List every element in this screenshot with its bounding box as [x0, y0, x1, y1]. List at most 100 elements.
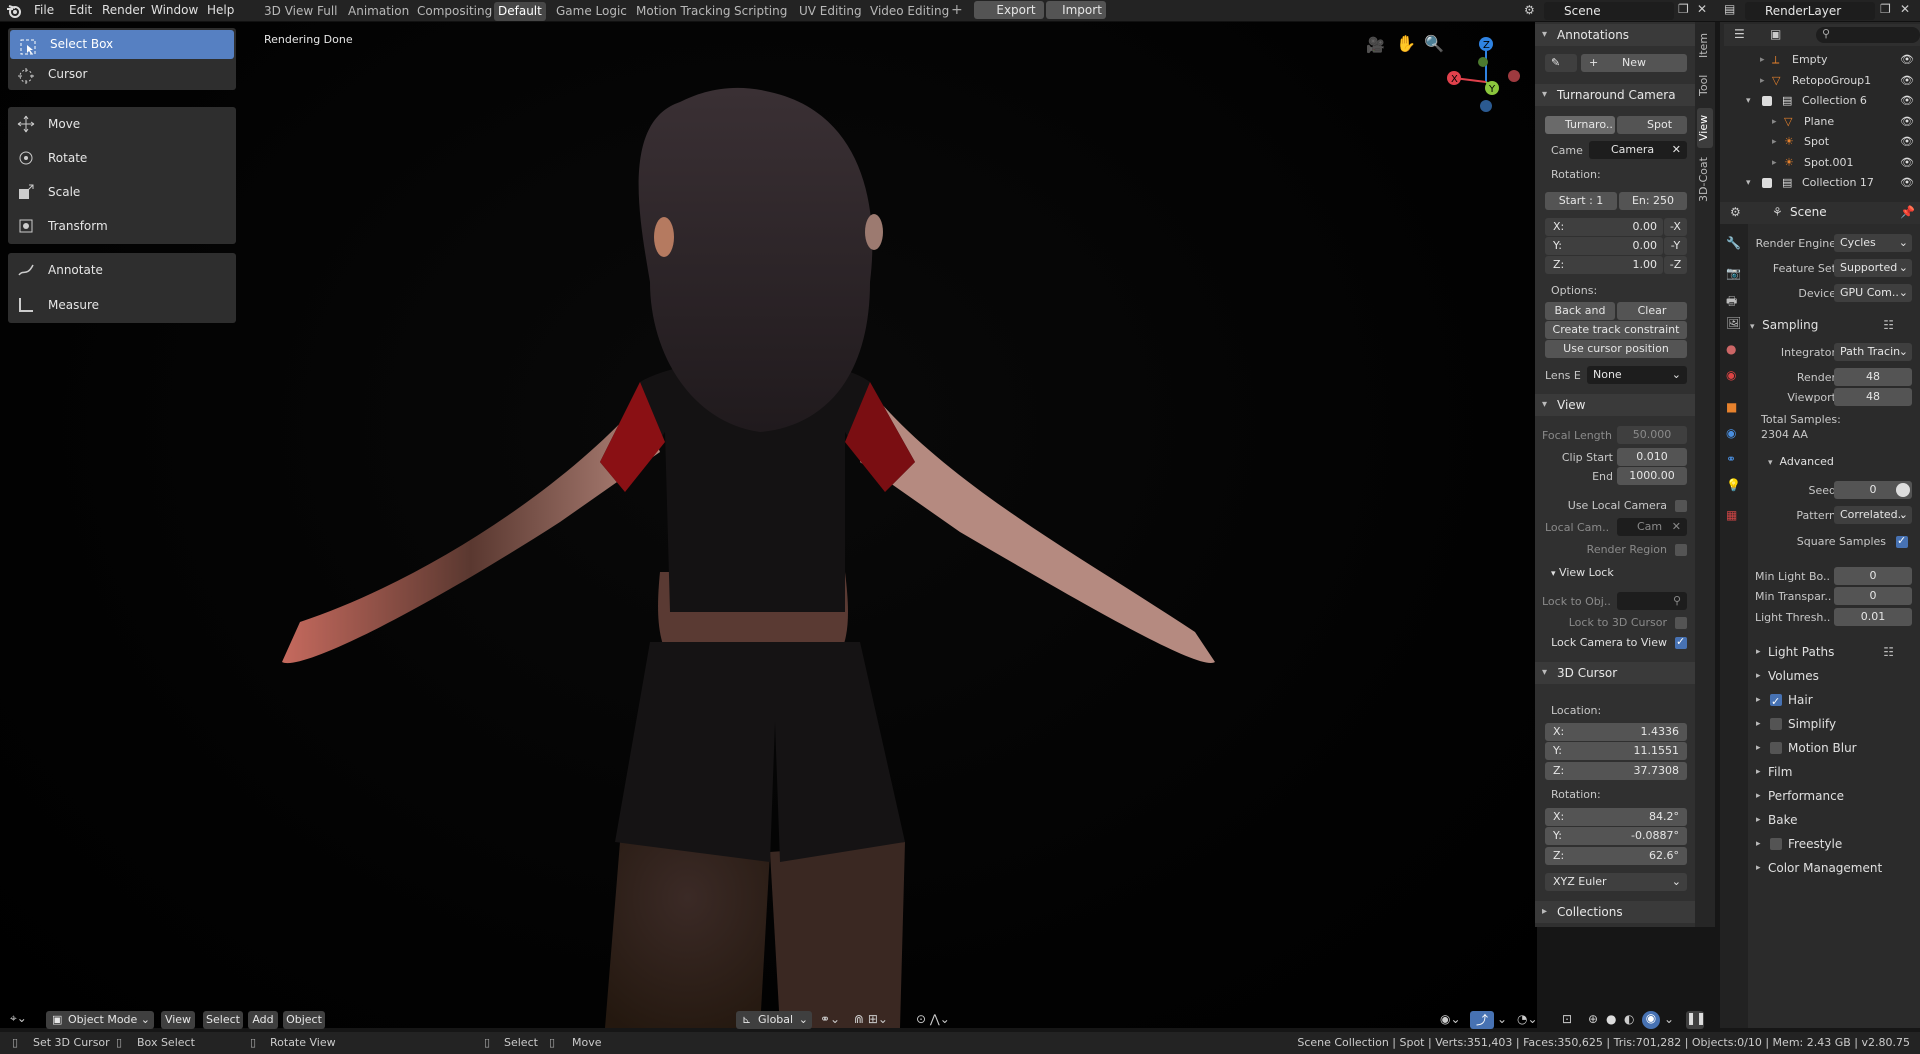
export-button[interactable]: Export — [974, 1, 1044, 19]
menu-render[interactable]: Render — [102, 0, 145, 20]
seed-animate-icon[interactable] — [1896, 483, 1910, 497]
cursor-rot-z-field[interactable]: Z: 62.6° — [1545, 847, 1687, 865]
constraint-props-icon[interactable]: ⚭ — [1726, 452, 1742, 468]
annotations-header[interactable]: Annotations — [1535, 24, 1695, 46]
presets-list-icon[interactable]: ☷ — [1883, 315, 1894, 335]
turnaround-camera-header[interactable]: Turnaround Camera — [1535, 84, 1695, 106]
visibility-eye-icon[interactable]: 👁 — [1900, 153, 1914, 173]
wireframe-shading-icon[interactable]: ⊕ — [1588, 1012, 1598, 1026]
gizmo-toggle-icon[interactable]: ⤴ — [1470, 1011, 1494, 1029]
cursor-rot-y-field[interactable]: Y: -0.0887° — [1545, 827, 1687, 845]
world-props-icon[interactable]: ◉ — [1726, 368, 1742, 384]
expand-arrow-icon[interactable]: ▸ — [1772, 153, 1777, 173]
section-bake[interactable]: ▸ Bake — [1750, 810, 1920, 830]
clip-end-field[interactable]: 1000.00 — [1617, 467, 1687, 485]
tool-annotate[interactable]: Annotate — [8, 253, 236, 288]
xray-icon[interactable]: ⊡ — [1562, 1012, 1572, 1026]
section-enable-checkbox[interactable] — [1770, 742, 1782, 754]
tab-game-logic[interactable]: Game Logic — [552, 2, 631, 21]
rot-z-field[interactable]: Z: 1.00 — [1545, 256, 1663, 274]
object-props-icon[interactable]: ■ — [1726, 400, 1742, 416]
pivot-icon[interactable]: ⚭⌄ — [820, 1012, 840, 1026]
pause-render-icon[interactable]: ❚❚ — [1686, 1011, 1706, 1029]
light-threshold-field[interactable]: 0.01 — [1834, 608, 1912, 626]
min-light-bounces-field[interactable]: 0 — [1834, 567, 1912, 585]
view-layer-props-icon[interactable]: 🖼 — [1726, 316, 1742, 332]
render-props-icon[interactable]: 📷 — [1726, 266, 1742, 282]
pan-hand-icon[interactable]: ✋ — [1396, 34, 1416, 53]
expand-arrow-icon[interactable]: ▸ — [1772, 112, 1777, 132]
pattern-select[interactable]: Correlated.. ⌄ — [1834, 506, 1912, 524]
transform-orientation-select[interactable]: ⊾ Global ⌄ — [736, 1011, 812, 1029]
spot-tab[interactable]: Spot — [1617, 116, 1687, 134]
tab-video-editing[interactable]: Video Editing — [866, 2, 953, 21]
tab-uv-editing[interactable]: UV Editing — [795, 2, 866, 21]
menu-edit[interactable]: Edit — [69, 0, 92, 20]
lock-3d-cursor-checkbox[interactable] — [1675, 617, 1687, 629]
3d-cursor-header[interactable]: 3D Cursor — [1535, 662, 1695, 684]
section-color-management[interactable]: ▸ Color Management — [1750, 858, 1920, 878]
visibility-eye-icon[interactable]: 👁 — [1900, 112, 1914, 132]
render-region-checkbox[interactable] — [1675, 544, 1687, 556]
menu-object[interactable]: Object — [283, 1011, 325, 1029]
blender-logo-icon[interactable] — [6, 3, 22, 19]
section-hair[interactable]: ▸ Hair — [1750, 690, 1920, 712]
proportional-edit-icon[interactable]: ⊙ ⋀⌄ — [916, 1012, 950, 1026]
rot-neg-y-button[interactable]: -Y — [1664, 237, 1687, 255]
tab-animation[interactable]: Animation — [344, 2, 413, 21]
square-samples-checkbox[interactable] — [1896, 534, 1908, 548]
scene-icon[interactable]: ⚙ — [1524, 3, 1540, 19]
exclude-checkbox[interactable] — [1762, 178, 1772, 188]
tab-3d-coat[interactable]: 3D-Coat — [1697, 152, 1713, 208]
outliner-item[interactable]: ▾ ▤ Collection 6 👁 — [1720, 91, 1920, 111]
tab-tool[interactable]: Tool — [1697, 68, 1713, 102]
lens-select[interactable]: None ⌄ — [1587, 366, 1687, 384]
pin-icon[interactable]: 📌 — [1900, 205, 1915, 219]
menu-select[interactable]: Select — [203, 1011, 243, 1029]
cursor-loc-x-field[interactable]: X: 1.4336 — [1545, 723, 1687, 741]
use-local-camera-checkbox[interactable] — [1675, 500, 1687, 512]
tool-measure[interactable]: Measure — [8, 288, 236, 323]
exclude-checkbox[interactable] — [1762, 96, 1772, 106]
rot-neg-x-button[interactable]: -X — [1664, 218, 1687, 236]
texture-props-icon[interactable]: ▦ — [1726, 508, 1742, 524]
rendered-shading-icon[interactable]: ◉ — [1642, 1011, 1660, 1029]
new-layer-icon[interactable]: ❐ — [1880, 2, 1891, 16]
light-props-icon[interactable]: 💡 — [1726, 478, 1742, 494]
clip-start-field[interactable]: 0.010 — [1617, 448, 1687, 466]
tool-rotate[interactable]: Rotate — [8, 141, 236, 175]
rot-neg-z-button[interactable]: -Z — [1664, 256, 1687, 274]
advanced-subsection[interactable]: ▾ Advanced — [1768, 452, 1920, 472]
expand-arrow-icon[interactable]: ▾ — [1746, 173, 1751, 193]
tab-scripting[interactable]: Scripting — [730, 2, 791, 21]
outliner-type-icon[interactable]: ☰ — [1734, 27, 1745, 41]
tab-item[interactable]: Item — [1697, 28, 1713, 62]
tool-select-box[interactable]: Select Box — [10, 30, 234, 59]
shading-dropdown-icon[interactable]: ⌄ — [1664, 1012, 1674, 1026]
section-film[interactable]: ▸ Film — [1750, 762, 1920, 782]
rot-y-field[interactable]: Y: 0.00 — [1545, 237, 1663, 255]
section-enable-checkbox[interactable] — [1770, 692, 1782, 712]
viewport-samples-field[interactable]: 48 — [1834, 388, 1912, 406]
end-frame-field[interactable]: En: 250 — [1619, 192, 1687, 210]
3d-viewport[interactable]: Rendering Done Select Box Cursor Move Ro… — [0, 22, 1537, 1028]
outliner-item[interactable]: ▸ ☀ Spot.001 👁 — [1720, 153, 1920, 173]
menu-add[interactable]: Add — [248, 1011, 278, 1029]
close-scene-icon[interactable]: ✕ — [1697, 2, 1707, 16]
outliner-item[interactable]: ▸ ▽ Plane 👁 — [1720, 112, 1920, 132]
scene-name-field[interactable]: Scene — [1544, 2, 1674, 20]
rotation-mode-select[interactable]: XYZ Euler ⌄ — [1545, 873, 1687, 891]
tool-move[interactable]: Move — [8, 107, 236, 141]
render-samples-field[interactable]: 48 — [1834, 368, 1912, 386]
view-lock-subheader[interactable]: ▾ View Lock — [1551, 566, 1614, 579]
outliner-item[interactable]: ▾ ▤ Collection 17 👁 — [1720, 173, 1920, 193]
tab-motion-tracking[interactable]: Motion Tracking — [632, 2, 734, 21]
presets-list-icon[interactable]: ☷ — [1883, 642, 1894, 662]
section-volumes[interactable]: ▸ Volumes — [1750, 666, 1920, 686]
output-props-icon[interactable]: 🖶 — [1726, 292, 1742, 308]
focal-length-field[interactable]: 50.000 — [1617, 426, 1687, 444]
expand-arrow-icon[interactable]: ▸ — [1760, 71, 1765, 91]
tool-cursor[interactable]: Cursor — [8, 59, 236, 89]
outliner-item[interactable]: ▸ ▽ RetopoGroup1 👁 — [1720, 71, 1920, 91]
annotation-mode-icon[interactable]: ✎ — [1545, 54, 1577, 72]
